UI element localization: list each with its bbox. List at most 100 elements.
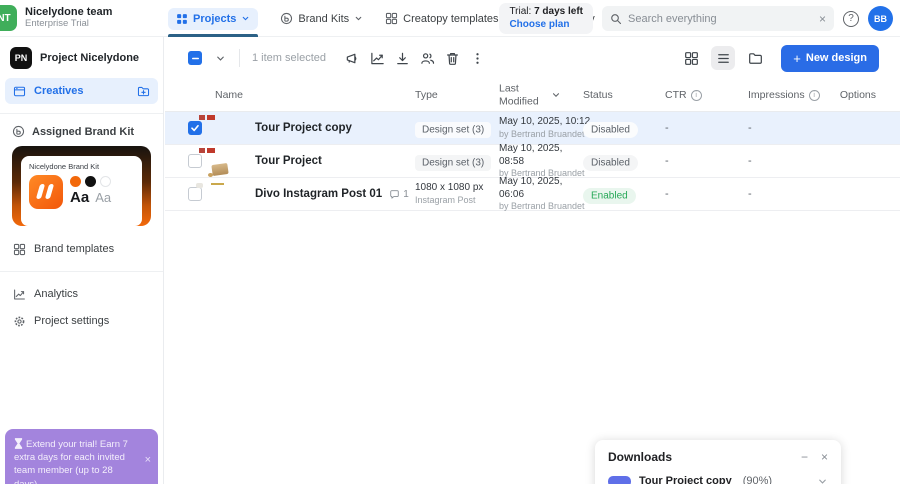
brand-kit-card[interactable]: Nicelydone Brand Kit Aa Aa — [12, 146, 151, 226]
ctr-value: - — [665, 188, 669, 200]
status-badge: Disabled — [583, 152, 638, 171]
sidebar-divider — [0, 113, 163, 114]
tab-brand-kits-label: Brand Kits — [298, 12, 350, 25]
header-impressions[interactable]: Impressions i — [748, 89, 820, 101]
type-sample-light: Aa — [95, 190, 112, 205]
swatch-black — [85, 176, 96, 187]
info-icon[interactable]: i — [808, 89, 820, 101]
design-name[interactable]: Tour Project — [255, 155, 322, 167]
share-people-action-icon[interactable] — [415, 46, 440, 71]
brand-templates-icon — [13, 243, 26, 256]
download-item[interactable]: Tour Project copy (90%) — [595, 472, 841, 484]
user-avatar[interactable]: BB — [868, 6, 893, 31]
list-view-icon[interactable] — [711, 46, 736, 70]
new-folder-icon[interactable] — [137, 85, 150, 98]
select-menu-chevron-icon[interactable] — [215, 53, 226, 64]
team-avatar[interactable]: NT — [0, 5, 17, 31]
more-options-icon[interactable] — [465, 46, 490, 71]
toolbar-divider — [239, 49, 240, 67]
select-all-checkbox[interactable] — [188, 51, 202, 65]
tab-brand-kits[interactable]: Brand Kits — [280, 0, 363, 37]
swatch-orange — [70, 176, 81, 187]
tab-projects[interactable]: Projects — [168, 0, 259, 37]
search-icon — [610, 13, 622, 25]
team-meta[interactable]: Nicelydone team Enterprise Trial — [25, 6, 112, 30]
analytics-action-icon[interactable] — [365, 46, 390, 71]
download-progress-pill — [608, 475, 631, 484]
gear-icon — [13, 315, 26, 328]
design-name-text: Tour Project copy — [255, 122, 352, 134]
design-format: Instagram Post — [415, 194, 476, 205]
trial-banner-text: Extend your trial! Earn 7 extra days for… — [14, 438, 128, 484]
tab-creatopy-templates[interactable]: Creatopy templates — [385, 0, 499, 37]
header-ctr[interactable]: CTR i — [665, 89, 702, 101]
design-name[interactable]: Divo Instagram Post 01 1 — [255, 188, 409, 200]
topbar-right: Trial: 7 days left Choose plan × ? BB — [499, 0, 893, 37]
project-header[interactable]: PN Project Nicelydone — [0, 37, 163, 77]
table-header: Name Type Last Modified Status CTR i Imp… — [165, 79, 900, 112]
info-icon[interactable]: i — [690, 89, 702, 101]
header-name[interactable]: Name — [215, 89, 243, 101]
close-icon[interactable]: × — [145, 453, 151, 468]
design-name-text: Tour Project — [255, 155, 322, 167]
minimize-icon[interactable]: − — [801, 451, 808, 463]
tab-projects-label: Projects — [193, 12, 237, 25]
brand-kit-title: Nicelydone Brand Kit — [29, 162, 100, 171]
design-type: Design set (3) — [415, 152, 492, 171]
top-bar: NT Nicelydone team Enterprise Trial Proj… — [0, 0, 900, 37]
delete-action-icon[interactable] — [440, 46, 465, 71]
clear-search-icon[interactable]: × — [819, 12, 826, 26]
comments-indicator[interactable]: 1 — [389, 189, 409, 200]
header-type[interactable]: Type — [415, 89, 438, 101]
sidebar-item-brand-templates[interactable]: Brand templates — [5, 236, 158, 262]
header-last-modified[interactable]: Last Modified — [499, 82, 549, 107]
tab-creatopy-templates-label: Creatopy templates — [403, 12, 499, 25]
plus-icon: + — [793, 50, 801, 66]
status-text: Enabled — [583, 187, 636, 204]
sort-chevron-icon[interactable] — [551, 90, 561, 100]
download-action-icon[interactable] — [390, 46, 415, 71]
choose-plan-link[interactable]: Choose plan — [509, 19, 583, 32]
brand-kit-icon — [280, 12, 293, 25]
brand-kit-icon — [12, 125, 25, 138]
table-row[interactable]: Divo Instagram Post 01 1 1080 x 1080 px … — [165, 162, 900, 211]
project-name: Project Nicelydone — [40, 52, 140, 64]
brand-kit-card-inner: Nicelydone Brand Kit Aa Aa — [21, 156, 142, 226]
search-input[interactable] — [628, 12, 813, 25]
view-controls: + New design — [679, 44, 900, 72]
header-status[interactable]: Status — [583, 89, 613, 101]
project-avatar: PN — [10, 47, 32, 69]
design-name[interactable]: Tour Project copy — [255, 122, 352, 134]
modified-date: May 10, 2025, 08:58 — [499, 142, 563, 167]
new-design-button[interactable]: + New design — [781, 44, 879, 72]
impressions-value: - — [748, 122, 752, 134]
grid-view-icon[interactable] — [679, 46, 703, 70]
team-name: Nicelydone team — [25, 6, 113, 19]
sidebar-item-project-settings[interactable]: Project settings — [5, 308, 158, 334]
search-bar[interactable]: × — [602, 6, 834, 31]
ad-delivery-action-icon[interactable] — [340, 46, 365, 71]
chevron-down-icon — [241, 14, 250, 23]
ctr-value: - — [665, 155, 669, 167]
header-ctr-label: CTR — [665, 89, 687, 101]
design-type-pill: Design set (3) — [415, 154, 492, 171]
sidebar-item-creatives[interactable]: Creatives — [5, 78, 158, 104]
chevron-down-icon[interactable] — [817, 476, 828, 484]
folder-icon[interactable] — [743, 46, 767, 70]
sidebar-item-analytics[interactable]: Analytics — [5, 281, 158, 307]
download-progress-text: (90%) — [742, 475, 773, 484]
table-row[interactable]: Tour Project copy Design set (3) May 10,… — [165, 112, 900, 145]
help-icon[interactable]: ? — [843, 10, 859, 27]
table-row[interactable]: Tour Project Design set (3) May 10, 2025… — [165, 142, 900, 178]
row-checkbox[interactable] — [188, 187, 202, 201]
trial-days: 7 days left — [534, 6, 583, 17]
creatives-icon — [13, 85, 26, 98]
download-item-name: Tour Project copy — [639, 475, 732, 484]
close-icon[interactable]: × — [821, 451, 828, 463]
trial-badge[interactable]: Trial: 7 days left Choose plan — [499, 3, 593, 34]
row-checkbox[interactable] — [188, 121, 202, 135]
impressions-value: - — [748, 188, 752, 200]
trial-label: Trial: — [509, 6, 532, 17]
row-checkbox[interactable] — [188, 154, 202, 168]
header-options: Options — [839, 89, 876, 101]
